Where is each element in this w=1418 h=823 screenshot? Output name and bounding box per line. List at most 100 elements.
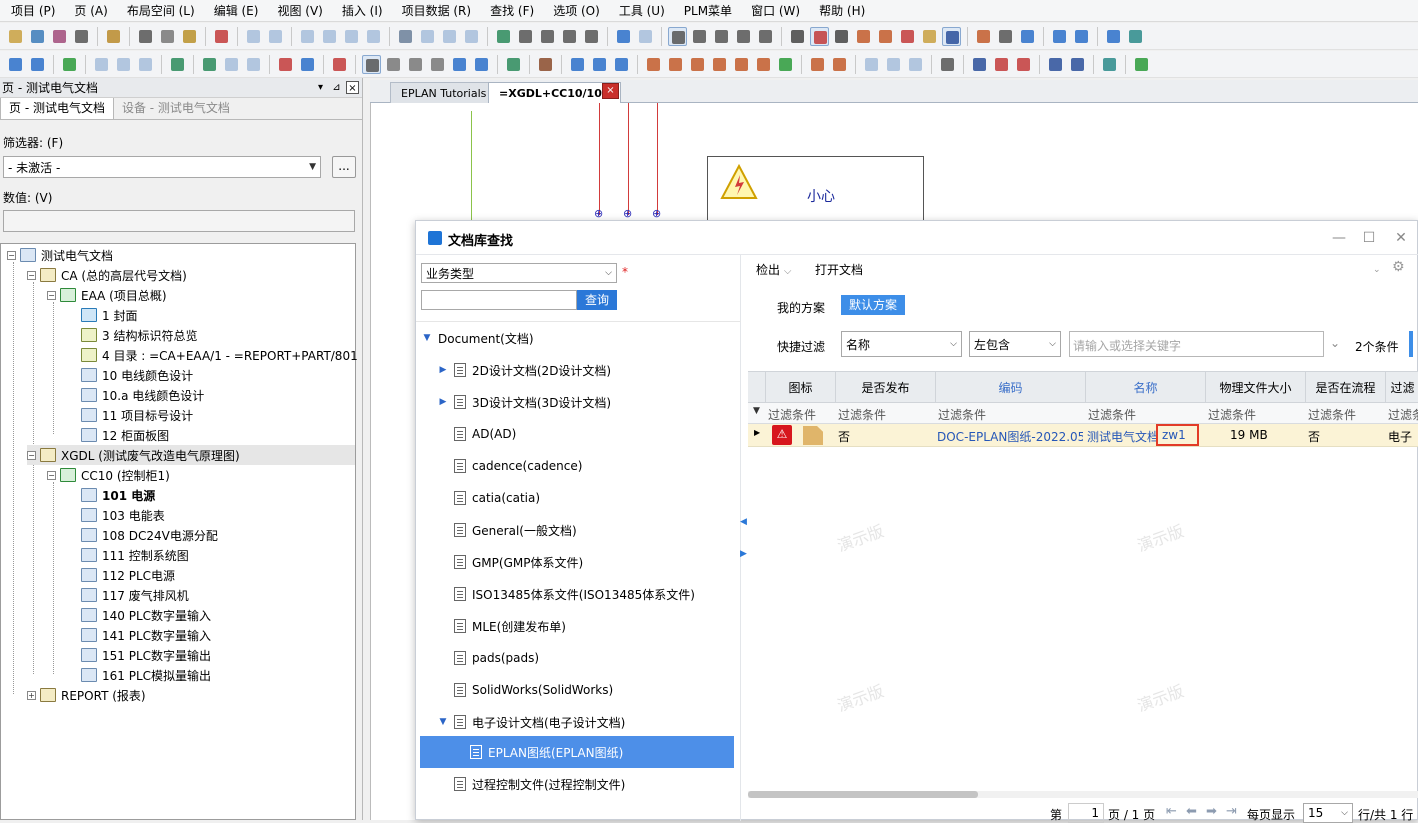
cut-icon[interactable] [136, 27, 155, 46]
collapse-icon[interactable]: − [27, 270, 36, 280]
cable-alt-icon[interactable] [992, 55, 1011, 74]
snap-to-grid-icon[interactable] [810, 26, 829, 46]
tree-node-ca[interactable]: − CA (总的高层代号文档) [27, 265, 187, 285]
magnet-icon[interactable] [854, 27, 873, 46]
input-mode-icon[interactable] [920, 27, 939, 46]
collapse-arrow-icon[interactable]: ▼ [422, 333, 432, 343]
redo-icon[interactable] [342, 27, 361, 46]
expand-arrow-icon[interactable]: ▶ [438, 365, 448, 375]
query-button[interactable]: 查询 [577, 290, 617, 310]
refresh-icon[interactable] [494, 27, 513, 46]
tree-page[interactable]: 11 项目标号设计 [81, 405, 193, 425]
undo-list-icon[interactable] [320, 27, 339, 46]
filter-select[interactable]: - 未激活 - ▼ [3, 156, 321, 178]
collapse-icon[interactable]: − [47, 290, 56, 300]
filter-options-button[interactable]: ... [332, 156, 356, 178]
first-page-icon[interactable]: ⇤ [1166, 804, 1177, 819]
filter-cell[interactable]: 过滤条件 [1308, 406, 1383, 423]
next-page-icon[interactable]: ➡ [1206, 804, 1217, 819]
tree-node-eplan-drawings[interactable]: EPLAN图纸(EPLAN图纸) [420, 736, 734, 768]
tree-page-current[interactable]: 101 电源 [81, 485, 155, 505]
column-header-file-size[interactable]: 物理文件大小 [1205, 372, 1305, 404]
checkout-button[interactable]: 检出 ⌵ [756, 261, 791, 278]
tab-pages[interactable]: 页 - 测试电气文档 [0, 95, 114, 119]
connection-b-icon[interactable] [690, 27, 709, 46]
zoom-out-icon[interactable] [560, 27, 579, 46]
filter-field-select[interactable]: 名称 ⌵ [841, 331, 962, 357]
terminal-f-icon[interactable] [754, 55, 773, 74]
collapse-icon[interactable]: − [27, 450, 36, 460]
name-cell[interactable]: 测试电气文档 [1087, 428, 1159, 445]
menu-view[interactable]: 视图 (V) [266, 2, 330, 19]
tree-node-eaa[interactable]: − EAA (项目总概) [47, 285, 167, 305]
collapse-icon[interactable]: − [7, 250, 16, 260]
tree-page[interactable]: 151 PLC数字量输出 [81, 645, 211, 665]
scrollbar-thumb[interactable] [748, 791, 978, 798]
prev-page-icon[interactable]: ⬅ [1186, 804, 1197, 819]
check-alt-icon[interactable] [222, 55, 241, 74]
interrupt-icon[interactable] [1014, 55, 1033, 74]
close-project-icon[interactable] [50, 27, 69, 46]
plug-alt-icon[interactable] [830, 55, 849, 74]
redo-list-icon[interactable] [364, 27, 383, 46]
collapse-arrow-icon[interactable]: ▼ [438, 717, 448, 727]
mount-icon[interactable] [938, 55, 957, 74]
maximize-icon[interactable]: ☐ [1360, 229, 1378, 247]
terminal-e-icon[interactable] [732, 55, 751, 74]
tree-page[interactable]: 141 PLC数字量输入 [81, 625, 211, 645]
menu-edit[interactable]: 编辑 (E) [203, 2, 267, 19]
tab-devices[interactable]: 设备 - 测试电气文档 [114, 96, 238, 119]
connect-icon[interactable] [1132, 55, 1151, 74]
filter-cell[interactable]: 过滤条件 [768, 406, 834, 423]
expand-right-icon[interactable]: ▶ [740, 549, 747, 559]
tree-node-project[interactable]: − 测试电气文档 [7, 245, 113, 265]
tree-node-category[interactable]: 过程控制文件(过程控制文件) [454, 768, 625, 800]
fit-icon[interactable] [1072, 27, 1091, 46]
column-header-name[interactable]: 名称 [1085, 372, 1205, 404]
device-icon[interactable] [568, 55, 587, 74]
cart-icon[interactable] [1104, 27, 1123, 46]
tree-page[interactable]: 117 废气排风机 [81, 585, 189, 605]
tree-page[interactable]: 140 PLC数字量输入 [81, 605, 211, 625]
brush-alt-icon[interactable] [266, 27, 285, 46]
tree-page[interactable]: 10.a 电线颜色设计 [81, 385, 204, 405]
tree-node-category[interactable]: ISO13485体系文件(ISO13485体系文件) [454, 578, 695, 610]
menu-tools[interactable]: 工具 (U) [608, 2, 673, 19]
condition-count[interactable]: 2个条件 [1355, 338, 1399, 355]
filter-operator-select[interactable]: 左包含 ⌵ [969, 331, 1061, 357]
lines-icon[interactable] [974, 27, 993, 46]
tab-current-page[interactable]: =XGDL+CC10/101 [488, 82, 621, 103]
forward-arrow-icon[interactable] [636, 27, 655, 46]
page-open-icon[interactable] [406, 55, 425, 74]
connection-c-icon[interactable] [712, 27, 731, 46]
delete-icon[interactable] [212, 27, 231, 46]
menu-project-data[interactable]: 项目数据 (R) [391, 2, 480, 19]
page-view-icon[interactable] [396, 27, 415, 46]
check-icon[interactable] [200, 55, 219, 74]
tree-page[interactable]: 111 控制系统图 [81, 545, 189, 565]
gear-icon[interactable]: ⚙ [1392, 259, 1405, 275]
terminal-c-icon[interactable] [688, 55, 707, 74]
wireless-icon[interactable] [996, 27, 1015, 46]
menu-plm[interactable]: PLM菜单 [673, 2, 740, 19]
undo-icon[interactable] [298, 27, 317, 46]
filter-cell[interactable]: 过滤条件 [1088, 406, 1203, 423]
my-scheme-tab[interactable]: 我的方案 [777, 299, 825, 316]
tree-page[interactable]: 4 目录 : =CA+EAA/1 - =REPORT+PART/801 [81, 345, 358, 365]
connection-symbol-icon[interactable] [668, 26, 687, 46]
paste-icon[interactable] [180, 27, 199, 46]
macro-icon[interactable] [504, 55, 523, 74]
close-icon[interactable]: ✕ [1392, 229, 1410, 247]
page-new-icon[interactable] [384, 55, 403, 74]
tree-page[interactable]: 103 电能表 [81, 505, 165, 525]
zoom-window-icon[interactable] [516, 27, 535, 46]
wrench-icon[interactable] [104, 27, 123, 46]
grid-toggle-icon[interactable] [788, 27, 807, 46]
square-icon[interactable] [1050, 27, 1069, 46]
zoom-100-icon[interactable] [582, 27, 601, 46]
tree-node-cc10[interactable]: − CC10 (控制柜1) [47, 465, 170, 485]
remove-flag-icon[interactable] [330, 55, 349, 74]
connection-e-icon[interactable] [756, 27, 775, 46]
tree-node-category[interactable]: cadence(cadence) [454, 450, 582, 482]
hash-icon[interactable] [832, 27, 851, 46]
